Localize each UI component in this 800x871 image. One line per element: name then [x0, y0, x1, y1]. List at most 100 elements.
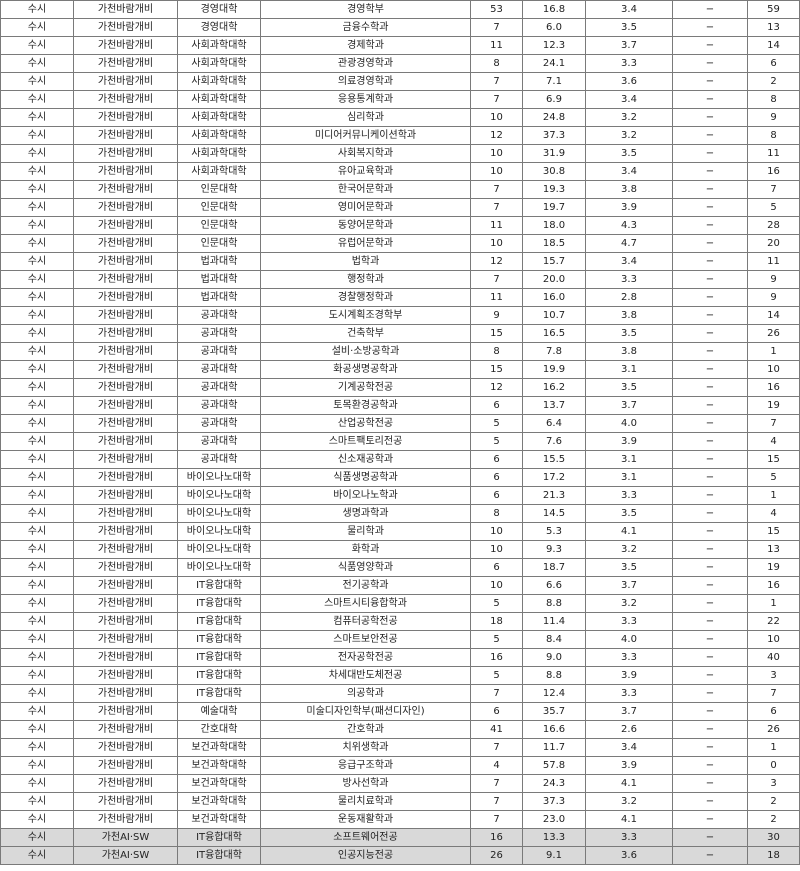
- extra-cell: 7: [747, 180, 800, 199]
- competition-cell: 37.3: [522, 792, 586, 811]
- college-cell: 간호대학: [177, 720, 261, 739]
- competition-cell: 23.0: [522, 810, 586, 829]
- grade-cell: 3.1: [585, 450, 673, 469]
- competition-cell: 11.4: [522, 612, 586, 631]
- type-cell: 수시: [0, 216, 74, 235]
- department-cell: 영미어문학과: [260, 198, 471, 217]
- table-row: 수시 가천바람개비 경영대학 금융수학과 7 6.0 3.5−13: [0, 18, 800, 37]
- type-cell: 수시: [0, 540, 74, 559]
- competition-cell: 18.5: [522, 234, 586, 253]
- type-cell: 수시: [0, 72, 74, 91]
- track-cell: 가천바람개비: [73, 702, 178, 721]
- track-cell: 가천바람개비: [73, 756, 178, 775]
- college-cell: 예술대학: [177, 702, 261, 721]
- grade-cell: 2.8: [585, 288, 673, 307]
- dash-cell: −: [672, 558, 748, 577]
- department-cell: 행정학과: [260, 270, 471, 289]
- quota-cell: 5: [470, 594, 523, 613]
- table-row: 수시 가천바람개비 IT융합대학 의공학과 7 12.4 3.3−7: [0, 684, 800, 703]
- table-row: 수시 가천바람개비 보건과학대학 물리치료학과 7 37.3 3.2−2: [0, 792, 800, 811]
- grade-cell: 3.1: [585, 468, 673, 487]
- quota-cell: 53: [470, 0, 523, 19]
- department-cell: 미술디자인학부(패션디자인): [260, 702, 471, 721]
- department-cell: 기계공학전공: [260, 378, 471, 397]
- college-cell: 바이오나노대학: [177, 522, 261, 541]
- grade-cell: 3.4: [585, 162, 673, 181]
- dash-cell: −: [672, 414, 748, 433]
- competition-cell: 6.6: [522, 576, 586, 595]
- department-cell: 물리학과: [260, 522, 471, 541]
- grade-cell: 3.9: [585, 666, 673, 685]
- extra-cell: 9: [747, 108, 800, 127]
- table-row: 수시 가천바람개비 공과대학 토목환경공학과 6 13.7 3.7−19: [0, 396, 800, 415]
- track-cell: 가천바람개비: [73, 738, 178, 757]
- competition-cell: 30.8: [522, 162, 586, 181]
- quota-cell: 11: [470, 36, 523, 55]
- dash-cell: −: [672, 54, 748, 73]
- college-cell: 공과대학: [177, 324, 261, 343]
- department-cell: 물리치료학과: [260, 792, 471, 811]
- competition-cell: 21.3: [522, 486, 586, 505]
- department-cell: 심리학과: [260, 108, 471, 127]
- extra-cell: 14: [747, 306, 800, 325]
- department-cell: 법학과: [260, 252, 471, 271]
- type-cell: 수시: [0, 36, 74, 55]
- dash-cell: −: [672, 216, 748, 235]
- quota-cell: 7: [470, 810, 523, 829]
- track-cell: 가천바람개비: [73, 630, 178, 649]
- department-cell: 전자공학전공: [260, 648, 471, 667]
- department-cell: 건축학부: [260, 324, 471, 343]
- table-row: 수시 가천바람개비 공과대학 신소재공학과 6 15.5 3.1−15: [0, 450, 800, 469]
- type-cell: 수시: [0, 306, 74, 325]
- quota-cell: 7: [470, 684, 523, 703]
- grade-cell: 3.7: [585, 702, 673, 721]
- department-cell: 경찰행정학과: [260, 288, 471, 307]
- type-cell: 수시: [0, 594, 74, 613]
- extra-cell: 59: [747, 0, 800, 19]
- grade-cell: 3.3: [585, 684, 673, 703]
- extra-cell: 3: [747, 774, 800, 793]
- track-cell: 가천바람개비: [73, 522, 178, 541]
- type-cell: 수시: [0, 234, 74, 253]
- type-cell: 수시: [0, 648, 74, 667]
- dash-cell: −: [672, 522, 748, 541]
- college-cell: 사회과학대학: [177, 72, 261, 91]
- track-cell: 가천바람개비: [73, 450, 178, 469]
- quota-cell: 7: [470, 18, 523, 37]
- dash-cell: −: [672, 828, 748, 847]
- extra-cell: 8: [747, 126, 800, 145]
- table-row: 수시 가천바람개비 인문대학 유럽어문학과 10 18.5 4.7−20: [0, 234, 800, 253]
- type-cell: 수시: [0, 774, 74, 793]
- department-cell: 신소재공학과: [260, 450, 471, 469]
- table-row: 수시 가천바람개비 사회과학대학 사회복지학과 10 31.9 3.5−11: [0, 144, 800, 163]
- dash-cell: −: [672, 234, 748, 253]
- type-cell: 수시: [0, 576, 74, 595]
- competition-cell: 18.7: [522, 558, 586, 577]
- type-cell: 수시: [0, 558, 74, 577]
- dash-cell: −: [672, 360, 748, 379]
- department-cell: 컴퓨터공학전공: [260, 612, 471, 631]
- competition-cell: 18.0: [522, 216, 586, 235]
- college-cell: 법과대학: [177, 288, 261, 307]
- table-row: 수시 가천바람개비 IT융합대학 컴퓨터공학전공 18 11.4 3.3−22: [0, 612, 800, 631]
- college-cell: 공과대학: [177, 360, 261, 379]
- extra-cell: 26: [747, 720, 800, 739]
- college-cell: 공과대학: [177, 450, 261, 469]
- dash-cell: −: [672, 306, 748, 325]
- competition-cell: 16.6: [522, 720, 586, 739]
- grade-cell: 3.4: [585, 90, 673, 109]
- type-cell: 수시: [0, 738, 74, 757]
- table-row: 수시 가천바람개비 사회과학대학 심리학과 10 24.8 3.2−9: [0, 108, 800, 127]
- college-cell: 바이오나노대학: [177, 468, 261, 487]
- track-cell: 가천바람개비: [73, 648, 178, 667]
- competition-cell: 16.0: [522, 288, 586, 307]
- grade-cell: 3.4: [585, 0, 673, 19]
- college-cell: 인문대학: [177, 180, 261, 199]
- dash-cell: −: [672, 720, 748, 739]
- table-row: 수시 가천바람개비 공과대학 도시계획조경학부 9 10.7 3.8−14: [0, 306, 800, 325]
- competition-cell: 5.3: [522, 522, 586, 541]
- competition-cell: 15.7: [522, 252, 586, 271]
- quota-cell: 6: [470, 396, 523, 415]
- track-cell: 가천바람개비: [73, 486, 178, 505]
- dash-cell: −: [672, 18, 748, 37]
